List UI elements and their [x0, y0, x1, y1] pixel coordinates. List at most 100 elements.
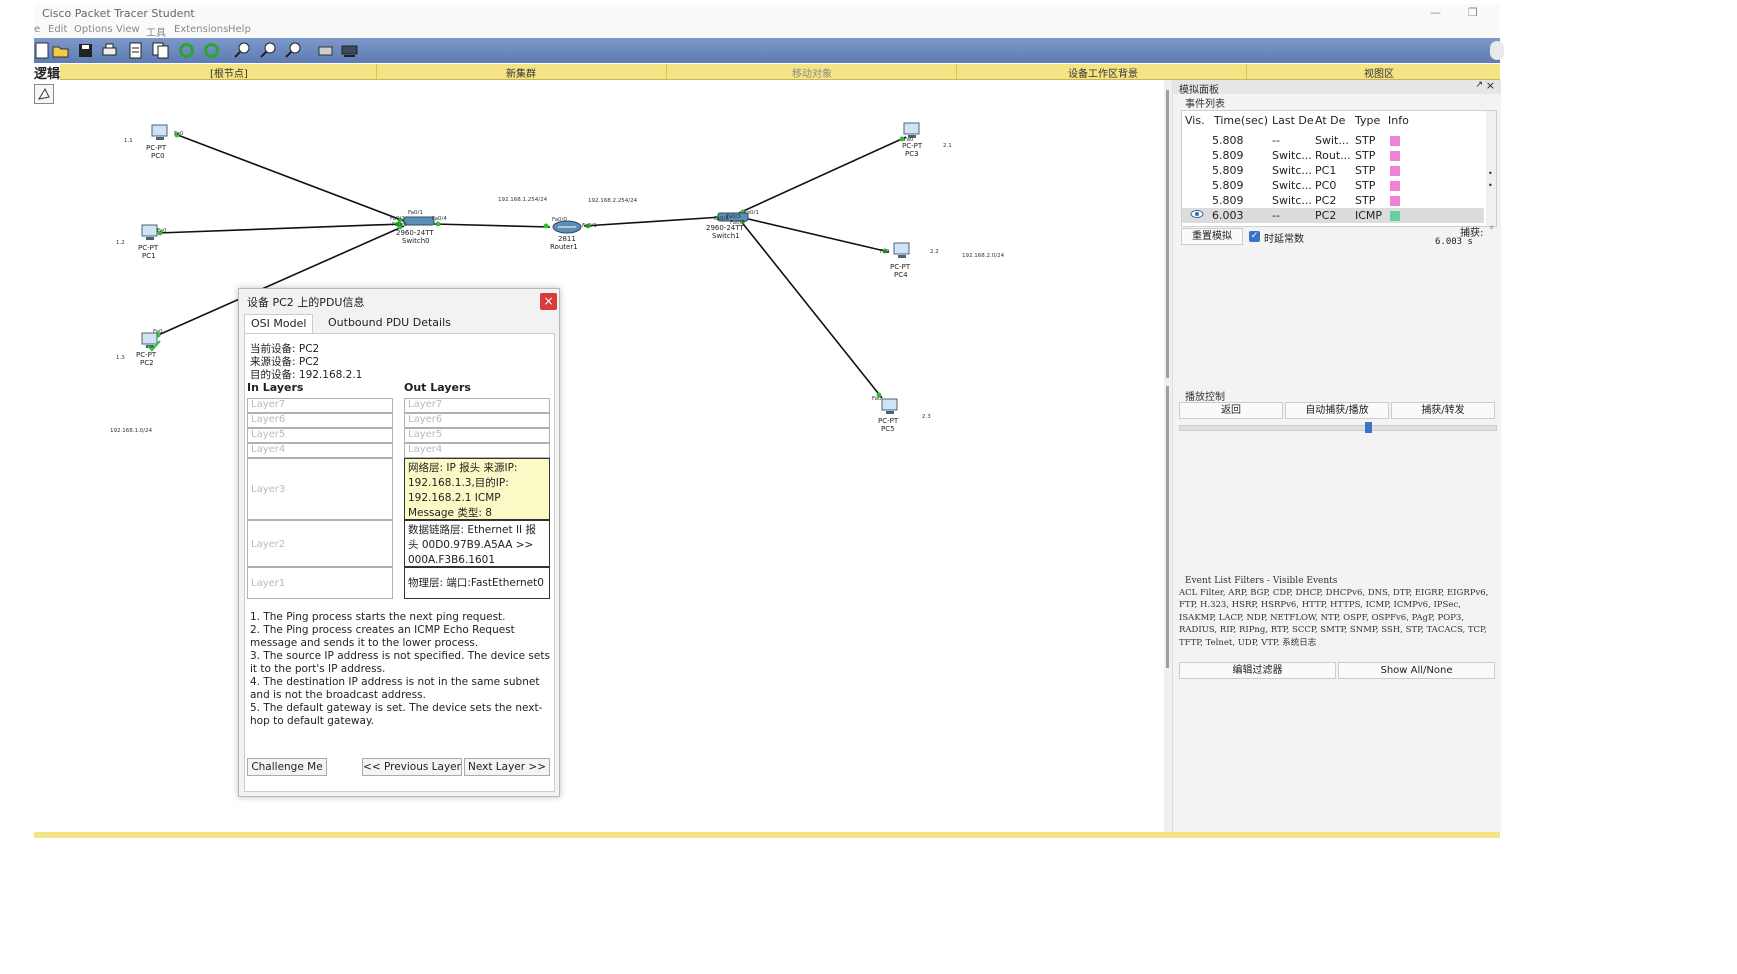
- logical-workspace[interactable]: PC-PT PC0 Fa0 1.1 PC-PT PC1 Fa0 1.2 PC-P…: [34, 80, 1164, 832]
- router1-type: 2811: [558, 235, 576, 243]
- menu-edit[interactable]: Edit: [48, 24, 67, 35]
- event-list-scrollbar[interactable]: • •: [1486, 111, 1496, 226]
- pc1-type: PC-PT: [138, 244, 159, 252]
- in-layer7[interactable]: Layer7: [247, 398, 393, 413]
- device-pc0[interactable]: [148, 124, 172, 145]
- device-pc4[interactable]: [890, 242, 914, 263]
- event-color-swatch[interactable]: [1390, 151, 1400, 161]
- close-button[interactable]: ×: [540, 293, 557, 310]
- next-layer-button[interactable]: Next Layer >>: [464, 758, 550, 776]
- workspace-background-button[interactable]: 设备工作区背景: [1068, 65, 1138, 80]
- activity-wizard-icon[interactable]: [126, 41, 145, 60]
- pc4-note: 2.2: [930, 249, 939, 255]
- menu-extensions[interactable]: Extensions: [174, 24, 228, 35]
- menu-help[interactable]: Help: [228, 24, 251, 35]
- col-vis[interactable]: Vis.: [1185, 114, 1205, 127]
- event-color-swatch[interactable]: [1390, 166, 1400, 176]
- root-node-button[interactable]: [根节点]: [210, 65, 248, 80]
- undock-icon[interactable]: ↗: [1475, 80, 1483, 90]
- col-last-device[interactable]: Last De: [1272, 114, 1314, 127]
- edit-filters-button[interactable]: 编辑过滤器: [1179, 662, 1336, 679]
- event-color-swatch[interactable]: [1390, 196, 1400, 206]
- step-5: 5. The default gateway is set. The devic…: [250, 702, 543, 727]
- event-row[interactable]: 5.809 Switc... PC2 STP: [1182, 193, 1484, 208]
- out-layer1[interactable]: 物理层: 端口:FastEthernet0: [404, 567, 550, 599]
- undo-icon[interactable]: [177, 41, 196, 60]
- panel-splitter[interactable]: [1164, 80, 1172, 832]
- minimize-icon[interactable]: —: [1430, 6, 1441, 19]
- previous-layer-button[interactable]: << Previous Layer: [362, 758, 462, 776]
- pc3-port: Fa0: [904, 137, 914, 143]
- out-layer2[interactable]: 数据链路层: Ethernet II 报头 00D0.97B9.A5AA >> …: [404, 520, 550, 567]
- show-all-none-button[interactable]: Show All/None: [1338, 662, 1495, 679]
- event-color-swatch[interactable]: [1390, 181, 1400, 191]
- restore-icon[interactable]: ❐: [1468, 6, 1478, 19]
- s1-fa01-label: Fa0/1: [744, 210, 759, 216]
- copy-icon[interactable]: [151, 41, 170, 60]
- out-layer4[interactable]: Layer4: [404, 443, 550, 458]
- move-object-button[interactable]: 移动对象: [792, 65, 832, 80]
- event-row[interactable]: 5.809 Switc... Rout... STP: [1182, 148, 1484, 163]
- title-bar: Cisco Packet Tracer Student — ❐: [34, 4, 1500, 22]
- event-row[interactable]: 5.809 Switc... PC1 STP: [1182, 163, 1484, 178]
- out-layer3[interactable]: 网络层: IP 报头 来源IP: 192.168.1.3,目的IP: 192.1…: [404, 458, 550, 520]
- capture-pin-icon[interactable]: *: [1489, 224, 1494, 235]
- zoom-out-icon[interactable]: [284, 41, 303, 60]
- col-at-device[interactable]: At De: [1315, 114, 1345, 127]
- speed-slider-thumb[interactable]: [1365, 422, 1373, 433]
- event-color-swatch[interactable]: [1390, 211, 1400, 221]
- info-icon[interactable]: [1490, 41, 1504, 60]
- menu-file[interactable]: e: [34, 24, 40, 35]
- in-layer5[interactable]: Layer5: [247, 428, 393, 443]
- event-at-device: Swit...: [1315, 134, 1349, 147]
- palette-icon[interactable]: [316, 41, 335, 60]
- switch1-name: Switch1: [712, 232, 740, 240]
- pc-icon: [141, 332, 161, 352]
- open-folder-icon[interactable]: [51, 41, 70, 60]
- save-icon[interactable]: [76, 41, 95, 60]
- menu-tools[interactable]: 工具: [146, 24, 166, 39]
- in-layer2[interactable]: Layer2: [247, 520, 393, 567]
- out-layer6[interactable]: Layer6: [404, 413, 550, 428]
- event-time: 5.809: [1212, 149, 1244, 162]
- pc1-note: 1.2: [116, 240, 125, 246]
- print-icon[interactable]: [100, 41, 119, 60]
- col-time[interactable]: Time(sec): [1214, 114, 1268, 127]
- topology-links: [155, 132, 907, 399]
- auto-capture-play-button[interactable]: 自动捕获/播放: [1285, 402, 1389, 419]
- close-icon[interactable]: ×: [1486, 79, 1495, 92]
- out-layer5[interactable]: Layer5: [404, 428, 550, 443]
- event-row-selected[interactable]: 6.003 -- PC2 ICMP: [1182, 208, 1484, 223]
- viewport-button[interactable]: 视图区: [1364, 65, 1394, 80]
- challenge-me-button[interactable]: Challenge Me: [247, 758, 327, 776]
- window-title: Cisco Packet Tracer Student: [42, 7, 195, 20]
- speed-slider-track[interactable]: [1179, 422, 1497, 433]
- destination-row: 目的设备: 192.168.2.1: [250, 367, 362, 382]
- in-layer3[interactable]: Layer3: [247, 458, 393, 520]
- event-row[interactable]: 5.809 Switc... PC0 STP: [1182, 178, 1484, 193]
- in-layer1[interactable]: Layer1: [247, 567, 393, 599]
- tab-osi-model[interactable]: OSI Model: [244, 314, 314, 333]
- event-row[interactable]: 5.808 -- Swit... STP: [1182, 133, 1484, 148]
- reset-simulation-button[interactable]: 重置模拟: [1181, 228, 1243, 245]
- menu-view[interactable]: View: [116, 24, 140, 35]
- tab-outbound-pdu-details[interactable]: Outbound PDU Details: [322, 314, 457, 332]
- col-info[interactable]: Info: [1388, 114, 1409, 127]
- osi-model-panel: 当前设备: PC2 来源设备: PC2 目的设备: 192.168.2.1 In…: [244, 333, 555, 792]
- menu-options[interactable]: Options: [74, 24, 113, 35]
- new-cluster-button[interactable]: 新集群: [506, 65, 536, 80]
- zoom-in-icon[interactable]: [233, 41, 252, 60]
- out-layer7[interactable]: Layer7: [404, 398, 550, 413]
- simulation-panel: 模拟面板 ↗ × 事件列表 Vis. Time(sec) Last De At …: [1172, 79, 1501, 832]
- event-color-swatch[interactable]: [1390, 136, 1400, 146]
- redo-icon[interactable]: [202, 41, 221, 60]
- constant-delay-checkbox[interactable]: ✓: [1249, 231, 1260, 242]
- zoom-reset-icon[interactable]: [259, 41, 278, 60]
- back-button[interactable]: 返回: [1179, 402, 1283, 419]
- custom-device-icon[interactable]: [340, 41, 359, 60]
- capture-forward-button[interactable]: 捕获/转发: [1391, 402, 1495, 419]
- col-type[interactable]: Type: [1355, 114, 1380, 127]
- in-layer4[interactable]: Layer4: [247, 443, 393, 458]
- select-tool-icon[interactable]: [34, 84, 54, 104]
- in-layer6[interactable]: Layer6: [247, 413, 393, 428]
